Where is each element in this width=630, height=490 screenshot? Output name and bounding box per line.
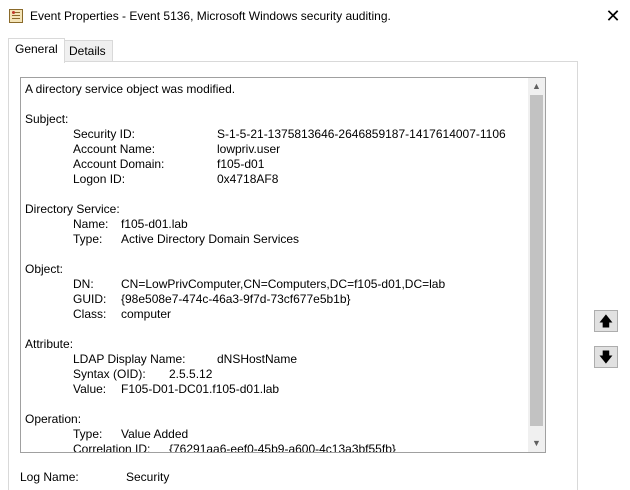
object-heading: Object:	[25, 262, 64, 276]
field-value: CN=LowPrivComputer,CN=Computers,DC=f105-…	[121, 277, 446, 291]
event-description-text: A directory service object was modified.…	[25, 82, 525, 453]
operation-heading: Operation:	[25, 412, 82, 426]
event-description-textbox[interactable]: A directory service object was modified.…	[20, 77, 546, 453]
down-arrow-icon: 🡇	[598, 349, 614, 365]
event-log-icon	[9, 9, 23, 23]
tab-details[interactable]: Details	[62, 40, 113, 62]
field-value: {98e508e7-474c-46a3-9f7d-73cf677e5b1b}	[121, 292, 351, 306]
field-label: Correlation ID:	[73, 442, 151, 453]
field-label: Type:	[73, 232, 103, 246]
scroll-up-arrow-icon[interactable]: ▲	[528, 78, 545, 95]
directory-service-heading: Directory Service:	[25, 202, 120, 216]
previous-event-button[interactable]: 🡅	[594, 310, 618, 332]
close-button[interactable]: ✕	[598, 2, 628, 30]
title-bar: Event Properties - Event 5136, Microsoft…	[0, 0, 630, 32]
field-label: Security ID:	[73, 127, 136, 141]
field-value: lowpriv.user	[217, 142, 281, 156]
field-value: Value Added	[121, 427, 189, 441]
attribute-heading: Attribute:	[25, 337, 74, 351]
field-label: Class:	[73, 307, 107, 321]
field-label: GUID:	[73, 292, 107, 306]
field-label: Account Domain:	[73, 157, 165, 171]
field-value: Active Directory Domain Services	[121, 232, 300, 246]
field-label: DN:	[73, 277, 94, 291]
field-label: Account Name:	[73, 142, 156, 156]
next-event-button[interactable]: 🡇	[594, 346, 618, 368]
field-label: Logon ID:	[73, 172, 126, 186]
field-value: dNSHostName	[217, 352, 298, 366]
vertical-scrollbar[interactable]: ▲ ▼	[528, 78, 545, 452]
subject-heading: Subject:	[25, 112, 69, 126]
field-label: Type:	[73, 427, 103, 441]
field-value: {76291aa6-eef0-45b9-a600-4c13a3bf55fb}	[169, 442, 396, 453]
field-label: Syntax (OID):	[73, 367, 146, 381]
tab-strip: General Details	[0, 38, 630, 63]
field-value: 2.5.5.12	[169, 367, 213, 381]
log-name-label: Log Name:	[20, 470, 79, 484]
tab-general[interactable]: General	[8, 38, 65, 63]
window-title: Event Properties - Event 5136, Microsoft…	[30, 9, 391, 23]
up-arrow-icon: 🡅	[598, 313, 614, 329]
field-value: F105-D01-DC01.f105-d01.lab	[121, 382, 280, 396]
field-value: S-1-5-21-1375813646-2646859187-141761400…	[217, 127, 506, 141]
scroll-thumb[interactable]	[530, 95, 543, 426]
scroll-down-arrow-icon[interactable]: ▼	[528, 435, 545, 452]
field-label: Value:	[73, 382, 107, 396]
summary-line: A directory service object was modified.	[25, 82, 236, 96]
log-name-value: Security	[126, 470, 170, 484]
field-value: 0x4718AF8	[217, 172, 279, 186]
field-label: Name:	[73, 217, 109, 231]
field-value: computer	[121, 307, 172, 321]
field-label: LDAP Display Name:	[73, 352, 186, 366]
field-value: f105-d01	[217, 157, 265, 171]
field-value: f105-d01.lab	[121, 217, 188, 231]
